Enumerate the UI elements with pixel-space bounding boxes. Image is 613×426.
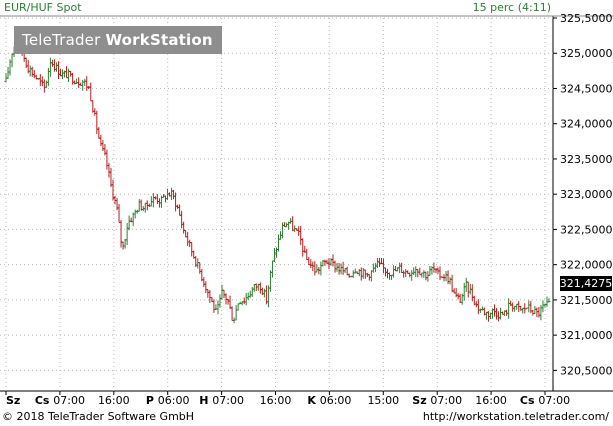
x-tick-label: Sz 07:00 (412, 394, 462, 407)
x-tick-label: 16:00 (260, 394, 292, 407)
x-tick-label: Cs 07:00 (35, 394, 85, 407)
price-chart[interactable]: 325,5000 325,0000 324,5000 324,0000 323,5000… (0, 0, 613, 426)
x-tick-label: K 06:00 (307, 394, 351, 407)
y-tick-label: 323,0000 (560, 188, 613, 201)
y-tick-label: 321,0000 (560, 329, 613, 342)
y-tick-label: 323,5000 (560, 153, 613, 166)
x-tick-label: 16:00 (98, 394, 130, 407)
x-tick-label: 16:00 (475, 394, 507, 407)
x-tick-label: Cs 07:00 (520, 394, 570, 407)
source-url: http://workstation.teletrader.com/ (422, 410, 609, 423)
last-price-marker: 321,4275 (560, 276, 613, 291)
y-tick-label: 321,5000 (560, 294, 613, 307)
x-tick-label: H 07:00 (199, 394, 244, 407)
y-tick-label: 320,5000 (560, 364, 613, 377)
y-tick-label: 325,5000 (560, 12, 613, 25)
y-tick-label: 324,0000 (560, 118, 613, 131)
y-tick-label: 324,5000 (560, 82, 613, 95)
x-axis-ticks: Sz Cs 07:00 16:00 P 06:00 H 07:00 16:00 K 06:0… (5, 391, 570, 407)
x-tick-label: 15:00 (367, 394, 399, 407)
chart-window: EUR/HUF Spot 15 perc (4:11) 325,5000 325,… (0, 0, 613, 426)
y-tick-label: 322,5000 (560, 223, 613, 236)
copyright-text: © 2018 TeleTrader Software GmbH (2, 410, 195, 423)
x-tick-label: Sz (6, 394, 20, 407)
teletrader-logo: TeleTrader WorkStation (14, 26, 222, 54)
y-tick-label: 325,0000 (560, 47, 613, 60)
x-tick-label: P 06:00 (146, 394, 190, 407)
y-tick-label: 322,0000 (560, 259, 613, 272)
y-axis-ticks: 325,5000 325,0000 324,5000 324,0000 323,5000… (553, 12, 613, 377)
last-price-value: 321,4275 (560, 277, 613, 290)
